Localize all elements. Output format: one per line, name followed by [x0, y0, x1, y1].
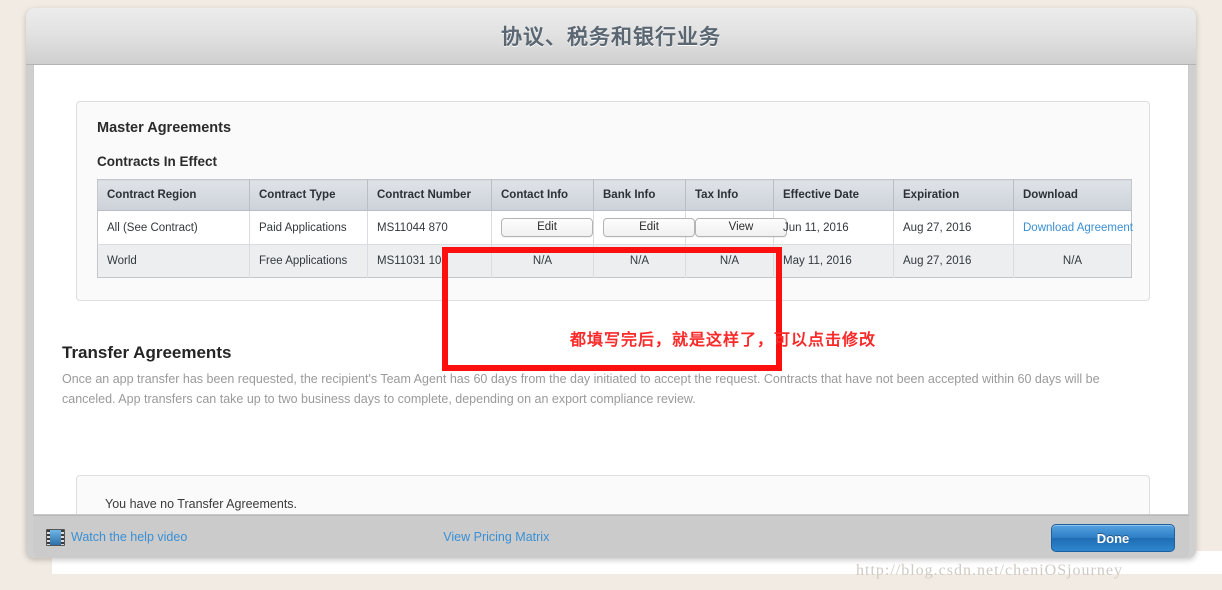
- page-title: 协议、税务和银行业务: [501, 26, 721, 49]
- contracts-table: Contract Region Contract Type Contract N…: [97, 179, 1133, 278]
- modal-titlebar: 协议、税务和银行业务: [26, 8, 1196, 65]
- table-row: World Free Applications MS11031 103 N/A …: [97, 244, 1132, 278]
- agreements-modal-window: 协议、税务和银行业务 Master Agreements Contracts I…: [26, 8, 1196, 558]
- cell-expiration: Aug 27, 2016: [893, 244, 1014, 278]
- annotation-text: 都填写完后，就是这样了，可以点击修改: [570, 332, 877, 349]
- master-agreements-panel: Master Agreements Contracts In Effect Co…: [76, 101, 1150, 301]
- contracts-in-effect-heading: Contracts In Effect: [97, 154, 218, 169]
- view-pricing-matrix-link[interactable]: View Pricing Matrix: [443, 530, 549, 544]
- table-row: All (See Contract) Paid Applications MS1…: [97, 210, 1133, 245]
- cell-tax-info: View: [685, 210, 787, 245]
- cell-download: N/A: [1013, 244, 1132, 278]
- cell-expiration: Aug 27, 2016: [893, 210, 1014, 245]
- download-agreement-link[interactable]: Download Agreement: [1023, 222, 1133, 234]
- help-video-group[interactable]: Watch the help video: [46, 528, 187, 546]
- column-header-expiration: Expiration: [893, 179, 1014, 211]
- column-header-contract-region: Contract Region: [97, 179, 250, 211]
- cell-contract-number: MS11031 103: [367, 244, 492, 278]
- transfer-agreements-empty-message: You have no Transfer Agreements.: [105, 497, 298, 511]
- view-tax-info-button[interactable]: View: [695, 218, 787, 237]
- transfer-agreements-section: Transfer Agreements Once an app transfer…: [62, 343, 1162, 409]
- modal-content: Master Agreements Contracts In Effect Co…: [33, 65, 1189, 515]
- column-header-download: Download: [1013, 179, 1132, 211]
- cell-contract-region: World: [97, 244, 250, 278]
- cell-bank-info: Edit: [593, 210, 695, 245]
- done-button[interactable]: Done: [1051, 524, 1175, 552]
- edit-contact-info-button[interactable]: Edit: [501, 218, 593, 237]
- cell-contract-type: Paid Applications: [249, 210, 368, 245]
- cell-download: Download Agreement: [1013, 210, 1133, 245]
- video-film-icon: [46, 528, 65, 546]
- transfer-agreements-empty-state: You have no Transfer Agreements.: [76, 475, 1150, 514]
- watermark-text: http://blog.csdn.net/cheniOSjourney: [856, 562, 1123, 579]
- cell-contract-type: Free Applications: [249, 244, 368, 278]
- column-header-contract-number: Contract Number: [367, 179, 492, 211]
- cell-tax-info: N/A: [685, 244, 774, 278]
- master-agreements-heading: Master Agreements: [97, 120, 232, 136]
- cell-effective-date: Jun 11, 2016: [773, 210, 894, 245]
- cell-contact-info: N/A: [491, 244, 594, 278]
- cell-effective-date: May 11, 2016: [773, 244, 894, 278]
- column-header-contract-type: Contract Type: [249, 179, 368, 211]
- contracts-table-header-row: Contract Region Contract Type Contract N…: [97, 179, 1132, 211]
- cell-contact-info: Edit: [491, 210, 594, 245]
- transfer-agreements-description: Once an app transfer has been requested,…: [62, 372, 1100, 406]
- cell-contract-region: All (See Contract): [97, 210, 250, 245]
- watch-help-video-link[interactable]: Watch the help video: [71, 530, 187, 544]
- column-header-tax-info: Tax Info: [685, 179, 774, 211]
- edit-bank-info-button[interactable]: Edit: [603, 218, 695, 237]
- column-header-effective-date: Effective Date: [773, 179, 894, 211]
- column-header-bank-info: Bank Info: [593, 179, 686, 211]
- column-header-contact-info: Contact Info: [491, 179, 594, 211]
- cell-bank-info: N/A: [593, 244, 686, 278]
- modal-footer: Watch the help video View Pricing Matrix…: [33, 515, 1189, 558]
- cell-contract-number: MS11044 870: [367, 210, 492, 245]
